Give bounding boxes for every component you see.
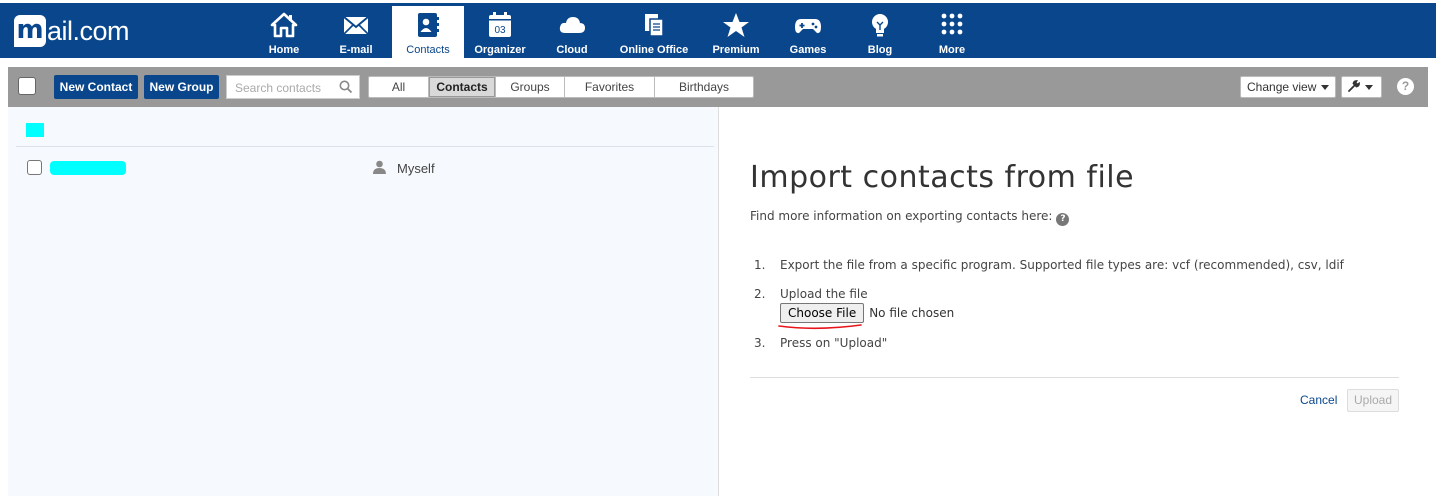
redacted-contact-name [50,161,126,175]
nav-online-office-label: Online Office [619,44,689,56]
change-view-button[interactable]: Change view [1240,76,1337,98]
nav-home-label: Home [268,44,300,56]
nav-premium[interactable]: Premium [700,6,772,58]
nav-organizer[interactable]: 03 Organizer [464,6,536,58]
export-info: Find more information on exporting conta… [750,209,1070,226]
nav-email[interactable]: E-mail [320,6,392,58]
step-text: Press on "Upload" [780,336,888,350]
file-picker: Choose File No file chosen [780,303,954,323]
page-title: Import contacts from file [750,160,1135,195]
new-contact-button[interactable]: New Contact [54,75,138,99]
filter-groups[interactable]: Groups [496,77,565,97]
nav-premium-label: Premium [712,44,760,56]
top-navigation-bar: m ail.com Home E-mail Contacts 03 Organi… [0,0,1436,58]
step-text: Upload the file [780,287,868,301]
actions-divider [750,377,1399,378]
choose-file-button[interactable]: Choose File [780,303,865,323]
step-text: Export the file from a specific program.… [780,258,1344,272]
nav-blog[interactable]: Blog [844,6,916,58]
filter-birthdays[interactable]: Birthdays [655,77,753,97]
filter-all[interactable]: All [369,77,429,97]
filter-contacts[interactable]: Contacts [429,77,496,97]
nav-contacts-label: Contacts [406,44,450,56]
lightbulb-icon [872,14,888,37]
select-all-checkbox[interactable] [18,77,36,95]
person-icon [373,160,386,174]
step-2: 2. Upload the file [754,287,868,301]
search-input[interactable] [233,77,345,99]
chevron-down-icon [1365,85,1373,91]
cancel-link[interactable]: Cancel [1300,393,1337,407]
contacts-toolbar: New Contact New Group All Contacts Group… [8,67,1428,107]
help-icon[interactable]: ? [1056,213,1070,226]
calendar-badge: 03 [494,25,506,36]
step-number: 2. [754,287,766,301]
logo-text: ail.com [47,15,130,46]
cloud-icon [559,17,585,33]
grid-icon [941,13,963,35]
mail-icon [343,16,369,35]
nav-home[interactable]: Home [248,6,320,58]
star-icon [723,13,749,37]
nav-online-office[interactable]: Online Office [608,6,700,58]
mailcom-logo[interactable]: m ail.com [14,13,130,49]
settings-button[interactable] [1341,76,1382,98]
filter-favorites[interactable]: Favorites [565,77,655,97]
contact-checkbox[interactable] [27,160,42,175]
nav-cloud[interactable]: Cloud [536,6,608,58]
upload-button[interactable]: Upload [1347,389,1399,412]
chevron-down-icon [1321,85,1330,91]
logo-mark: m [14,15,46,47]
search-box [226,75,360,99]
new-group-button[interactable]: New Group [144,75,219,99]
main-nav: Home E-mail Contacts 03 Organizer Cloud … [248,6,988,58]
redacted-header [26,123,44,137]
step-1: 1. Export the file from a specific progra… [754,258,1344,272]
gamepad-icon [795,19,821,34]
filter-tabs: All Contacts Groups Favorites Birthdays [368,76,754,98]
contact-tag-myself: Myself [397,161,435,176]
nav-email-label: E-mail [339,44,373,56]
contacts-icon [418,13,439,37]
contact-list-panel: Myself [8,107,719,496]
step-number: 3. [754,336,766,350]
import-panel: Import contacts from file Find more info… [720,107,1428,496]
export-info-text: Find more information on exporting conta… [750,209,1053,223]
change-view-label: Change view [1247,80,1317,94]
nav-cloud-label: Cloud [556,44,588,56]
red-annotation-underline [778,324,862,330]
nav-games[interactable]: Games [772,6,844,58]
step-number: 1. [754,258,766,272]
nav-more-label: More [938,44,966,56]
nav-games-label: Games [789,44,827,56]
office-icon [645,14,664,37]
help-icon[interactable]: ? [1397,78,1414,95]
nav-organizer-label: Organizer [474,44,526,56]
home-icon [270,12,298,38]
nav-contacts[interactable]: Contacts [392,6,464,58]
nav-more[interactable]: More [916,6,988,58]
step-3: 3. Press on "Upload" [754,336,887,350]
calendar-icon: 03 [489,12,511,37]
list-divider [16,146,714,147]
file-status: No file chosen [869,306,955,320]
wrench-icon [1348,80,1360,92]
nav-blog-label: Blog [867,44,893,56]
search-icon[interactable] [339,80,353,94]
